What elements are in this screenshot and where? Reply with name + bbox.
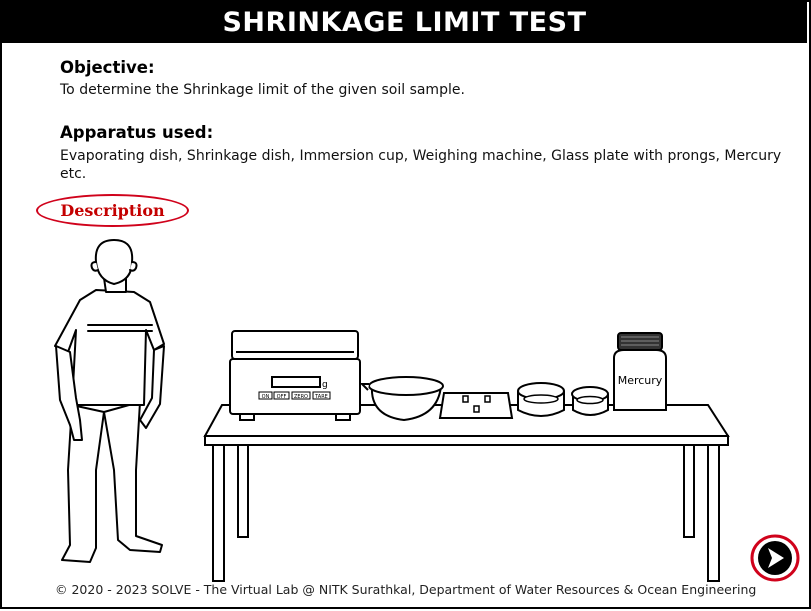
mercury-label: Mercury	[618, 374, 663, 387]
shrinkage-dish	[517, 382, 565, 417]
lab-scene: g ON OFF ZERO TARE Mercury	[54, 239, 730, 582]
lab-table	[203, 404, 730, 582]
glass-plate-with-prongs	[438, 392, 514, 419]
scale-button-off: OFF	[277, 394, 287, 400]
immersion-cup	[571, 386, 609, 416]
scale-button-on: ON	[262, 394, 270, 400]
scale-unit: g	[322, 380, 328, 390]
scale-button-tare: TARE	[314, 394, 328, 400]
footer-copyright: © 2020 - 2023 SOLVE - The Virtual Lab @ …	[55, 582, 757, 597]
next-button[interactable]	[750, 534, 800, 582]
weighing-machine: g ON OFF ZERO TARE	[229, 330, 361, 421]
person-figure	[54, 239, 165, 563]
arrow-right-icon	[750, 534, 800, 582]
mercury-jar: Mercury	[613, 332, 667, 411]
scale-button-zero: ZERO	[294, 394, 308, 400]
